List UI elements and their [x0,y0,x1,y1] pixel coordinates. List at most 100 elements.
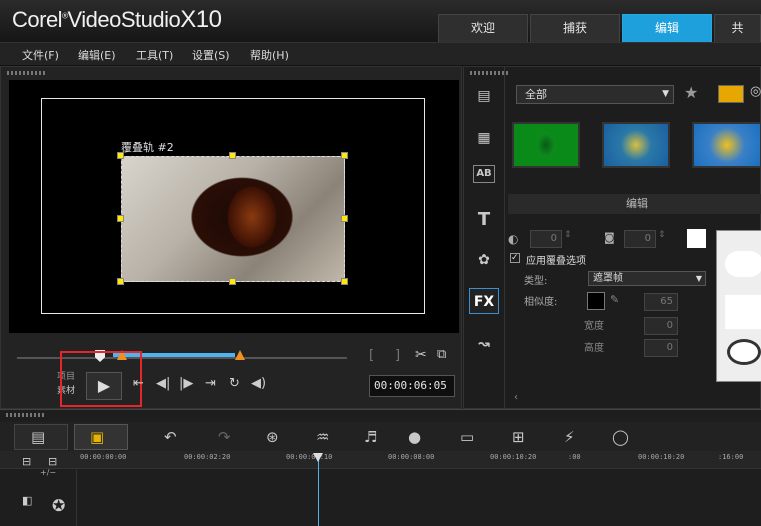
motion-tracking-icon[interactable]: ● [408,428,421,446]
undo-icon[interactable]: ↶ [164,428,177,446]
highlight-box [60,351,142,407]
filter-thumbnail[interactable] [512,122,580,168]
time-ruler[interactable]: 00:00:00:00 00:00:02:20 00:00:0?:10 00:0… [0,451,761,469]
resize-handle[interactable] [117,278,124,285]
ruler-tick: 00:00:02:20 [184,453,231,461]
eyedropper-icon[interactable]: ✎ [610,293,619,306]
category-value: 全部 [525,88,547,101]
favorite-icon[interactable]: ★ [684,83,698,102]
repeat-icon[interactable]: ↻ [229,376,240,391]
preview-canvas[interactable]: 覆叠轨 #2 [9,80,459,333]
thumbnail-view-icon[interactable] [718,85,744,103]
filter-thumbnail[interactable] [602,122,670,168]
resize-handle[interactable] [117,215,124,222]
resize-handle[interactable] [229,278,236,285]
mark-out-icon[interactable]: ] [395,348,400,363]
stepper-icon[interactable]: ⇕ [658,230,666,240]
tab-welcome[interactable]: 欢迎 [438,14,528,42]
go-start-icon[interactable]: ⇤ [133,376,144,391]
similarity-input[interactable]: 65 [644,293,678,311]
title-bar: Corel®VideoStudioX10 欢迎 捕获 编辑 共 [0,0,761,42]
category-dropdown[interactable]: 全部 ▼ [516,85,674,104]
scissors-icon[interactable]: ✂ [415,347,427,363]
tab-capture[interactable]: 捕获 [530,14,620,42]
height-input[interactable]: 0 [644,339,678,357]
mark-in-icon[interactable]: [ [369,348,374,363]
go-end-icon[interactable]: ⇥ [205,376,216,391]
chevron-down-icon: ▼ [662,89,669,99]
panel-grip[interactable] [6,413,46,417]
next-frame-icon[interactable]: |▶ [179,376,193,391]
path-icon[interactable]: ↝ [469,331,499,357]
record-capture-icon[interactable]: ⊛ [266,428,279,446]
apply-overlay-checkbox[interactable]: ✓ [510,253,520,263]
instant-project-icon[interactable]: ▦ [469,125,499,151]
track-visibility-icon[interactable]: ◧ [22,494,32,507]
loop-icon[interactable]: ◯ [612,428,629,446]
menu-settings[interactable]: 设置(S) [192,47,230,63]
app-title-version: X10 [180,6,222,33]
ruler-tick: 00:00:00:00 [80,453,127,461]
mask-preset-list[interactable] [716,230,761,382]
mask-preset[interactable] [727,339,761,365]
zoom-control-icon[interactable]: +/− [40,468,56,477]
filter-thumbnail[interactable] [692,122,761,168]
type-label: 类型: [524,276,548,287]
border-color-swatch[interactable] [687,229,706,248]
ruler-tick: :16:00 [718,453,744,461]
menu-edit[interactable]: 编辑(E) [78,47,116,63]
prev-frame-icon[interactable]: ◀| [156,376,170,391]
preview-panel: 覆叠轨 #2 [ ] ✂ ⧉ 项目 素材 ▶ ⇤ ◀| |▶ ⇥ ↻ ◀) 00… [0,66,462,409]
auto-music-icon[interactable]: ♬ [364,428,377,446]
enlarge-icon[interactable]: ⧉ [437,347,446,362]
resize-handle[interactable] [229,152,236,159]
border-width-input[interactable]: 0 [624,230,656,248]
chevron-left-icon[interactable]: ‹ [514,392,518,403]
color-picker-swatch[interactable] [587,292,605,310]
resize-handle[interactable] [341,278,348,285]
sound-mixer-icon[interactable]: ♒ [316,428,329,446]
resize-handle[interactable] [117,152,124,159]
mask-preset[interactable] [725,295,761,329]
transparency-input[interactable]: 0 [530,230,562,248]
fx-filter-icon[interactable]: FX [469,288,499,314]
speed-icon[interactable]: ⚡ [564,428,575,446]
title-icon[interactable]: T [469,207,499,233]
menu-bar: 文件(F) 编辑(E) 工具(T) 设置(S) 帮助(H) [0,42,761,66]
menu-tools[interactable]: 工具(T) [136,47,173,63]
subtitle-editor-icon[interactable]: ▭ [460,428,474,446]
filmstrip-icon: ▤ [31,428,46,446]
menu-help[interactable]: 帮助(H) [250,47,289,63]
stepper-icon[interactable]: ⇕ [564,230,572,240]
resize-handle[interactable] [341,215,348,222]
graphics-icon[interactable]: ✿ [469,247,499,273]
height-label: 高度 [584,343,604,354]
volume-icon[interactable]: ◀) [251,376,266,391]
menu-file[interactable]: 文件(F) [22,47,59,63]
video-track-icon: ✪ [52,496,66,515]
redo-icon[interactable]: ↷ [218,428,231,446]
mask-preset[interactable] [725,251,761,277]
track-header-divider [76,470,77,526]
track-manager-icon[interactable]: ⊟ [22,455,31,468]
width-input[interactable]: 0 [644,317,678,335]
ruler-tick: 00:00:10:20 [490,453,537,461]
tab-share[interactable]: 共 [714,14,761,42]
transparency-icon: ◐ [508,232,519,246]
resize-handle[interactable] [341,152,348,159]
ruler-tick: 00:00:08:00 [388,453,435,461]
media-library-icon[interactable]: ▤ [469,83,499,109]
multi-trim-icon[interactable]: ⊞ [512,428,525,446]
overlay-clip-image[interactable] [121,156,345,282]
app-title: Corel®VideoStudioX10 [12,6,222,33]
tab-edit[interactable]: 编辑 [622,14,712,42]
audio-icon[interactable]: ◎ [750,84,761,99]
transition-icon[interactable]: AB [473,165,495,183]
playhead[interactable] [318,454,319,526]
timecode-field[interactable]: 00:00:06:05 [369,375,455,397]
timeline-icon: ▣ [90,428,105,446]
timeline-panel: ▤ ▣ ↶ ↷ ⊛ ♒ ♬ ● ▭ ⊞ ⚡ ◯ 00:00:00:00 00:0… [0,409,761,526]
panel-grip[interactable] [7,71,47,75]
type-dropdown[interactable]: 遮罩帧 ▼ [588,271,706,286]
add-chapter-icon[interactable]: ⊟ [48,455,57,468]
